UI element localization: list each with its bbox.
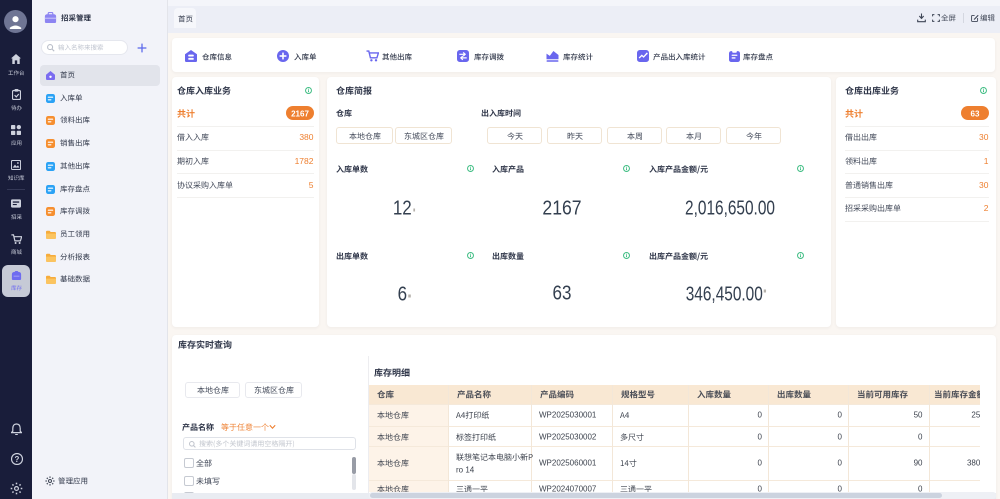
svg-text:?: ?	[14, 455, 19, 464]
